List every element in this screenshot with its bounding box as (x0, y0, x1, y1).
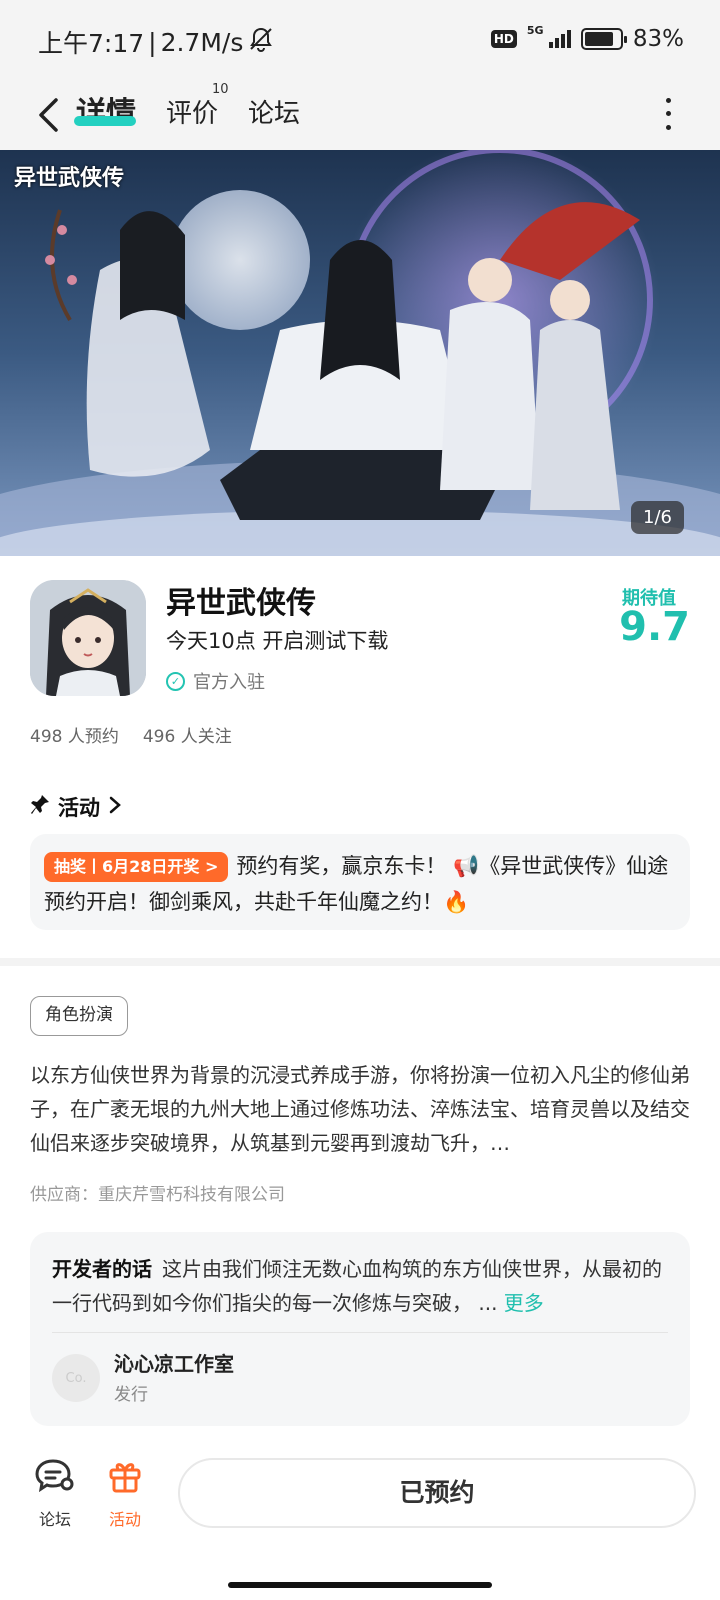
signal-icon: 5G (527, 24, 571, 48)
activity-nav-button[interactable]: 活动 (90, 1458, 160, 1530)
activity-section-header[interactable]: 活动 (30, 792, 122, 822)
supplier-info: 供应商：重庆芹雪朽科技有限公司 (30, 1185, 285, 1205)
activity-card[interactable]: 抽奖丨6月28日开奖 > 预约有奖，赢京东卡！ 📢《异世武侠传》仙途预约开启！御剑… (30, 834, 690, 930)
active-tab-indicator (74, 116, 136, 126)
reservation-count: 498 人预约 (30, 727, 119, 747)
developer-role: 发行 (114, 1385, 148, 1405)
follower-count: 496 人关注 (142, 727, 232, 747)
network-type: 5G (526, 24, 544, 37)
activity-nav-label: 活动 (108, 1510, 141, 1529)
forum-chat-icon (35, 1458, 75, 1498)
home-indicator[interactable] (228, 1582, 492, 1588)
developer-name[interactable]: 沁心凉工作室 (114, 1348, 234, 1377)
tab-reviews[interactable]: 评价 (166, 90, 218, 138)
expectation-score: 9.7 (619, 604, 690, 650)
nav-bar: 详情 评价 10 论坛 (0, 80, 720, 150)
developer-note: 开发者的话 这片由我们倾注无数心血构筑的东方仙侠世界，从最初的一行代码到如今你们指… (52, 1252, 668, 1320)
status-time: 上午7:17 (38, 29, 145, 58)
tab-forum[interactable]: 论坛 (248, 90, 300, 138)
app-icon (30, 580, 146, 696)
more-link[interactable]: 更多 (504, 1291, 544, 1315)
verified-check-icon: ✓ (166, 671, 185, 691)
status-separator: | (148, 27, 157, 57)
app-stats: 498 人预约 496 人关注 (30, 722, 232, 747)
section-divider (0, 958, 720, 966)
reserved-button[interactable]: 已预约 (178, 1458, 696, 1528)
activity-header-label: 活动 (58, 796, 100, 820)
official-label: 官方入驻 (193, 672, 265, 693)
banner-page-indicator: 1/6 (631, 501, 684, 534)
battery-fill (584, 32, 614, 46)
official-badge: ✓ 官方入驻 (166, 668, 265, 694)
genre-tag[interactable]: 角色扮演 (30, 996, 128, 1036)
game-banner[interactable]: 异世武侠传 1/6 (0, 150, 720, 556)
pin-icon (30, 794, 50, 821)
reviews-count-badge: 10 (212, 82, 229, 97)
status-left: 上午7:17 | 2.7M/s (38, 24, 275, 60)
banner-artwork (0, 150, 720, 556)
mute-bell-icon (247, 25, 275, 59)
developer-avatar[interactable]: Co. (52, 1354, 100, 1402)
app-title: 异世武侠传 (166, 586, 316, 621)
forum-nav-label: 论坛 (38, 1510, 71, 1529)
back-icon[interactable] (30, 92, 66, 138)
developer-note-card[interactable]: 开发者的话 这片由我们倾注无数心血构筑的东方仙侠世界，从最初的一行代码到如今你们指… (30, 1232, 690, 1426)
battery-icon (580, 28, 627, 50)
status-right: HD 5G 83% (490, 24, 684, 52)
forum-nav-button[interactable]: 论坛 (20, 1458, 90, 1530)
chevron-right-icon (108, 795, 122, 820)
gift-icon (107, 1458, 143, 1498)
app-subtitle: 今天10点 开启测试下载 (166, 629, 389, 653)
lottery-badge[interactable]: 抽奖丨6月28日开奖 > (44, 852, 229, 882)
tab-details[interactable]: 详情 (76, 90, 136, 138)
banner-game-logo: 异世武侠传 (14, 165, 125, 191)
developer-divider (52, 1332, 668, 1333)
hd-badge: HD (490, 30, 517, 48)
status-speed: 2.7M/s (160, 27, 244, 57)
game-description[interactable]: 以东方仙侠世界为背景的沉浸式养成手游，你将扮演一位初入凡尘的修仙弟子，在广袤无垠… (30, 1058, 692, 1160)
developer-note-label: 开发者的话 (52, 1257, 152, 1281)
status-bar: 上午7:17 | 2.7M/s HD 5G 83% (0, 0, 720, 80)
battery-text: 83% (632, 26, 684, 52)
more-menu-icon[interactable] (658, 94, 678, 134)
